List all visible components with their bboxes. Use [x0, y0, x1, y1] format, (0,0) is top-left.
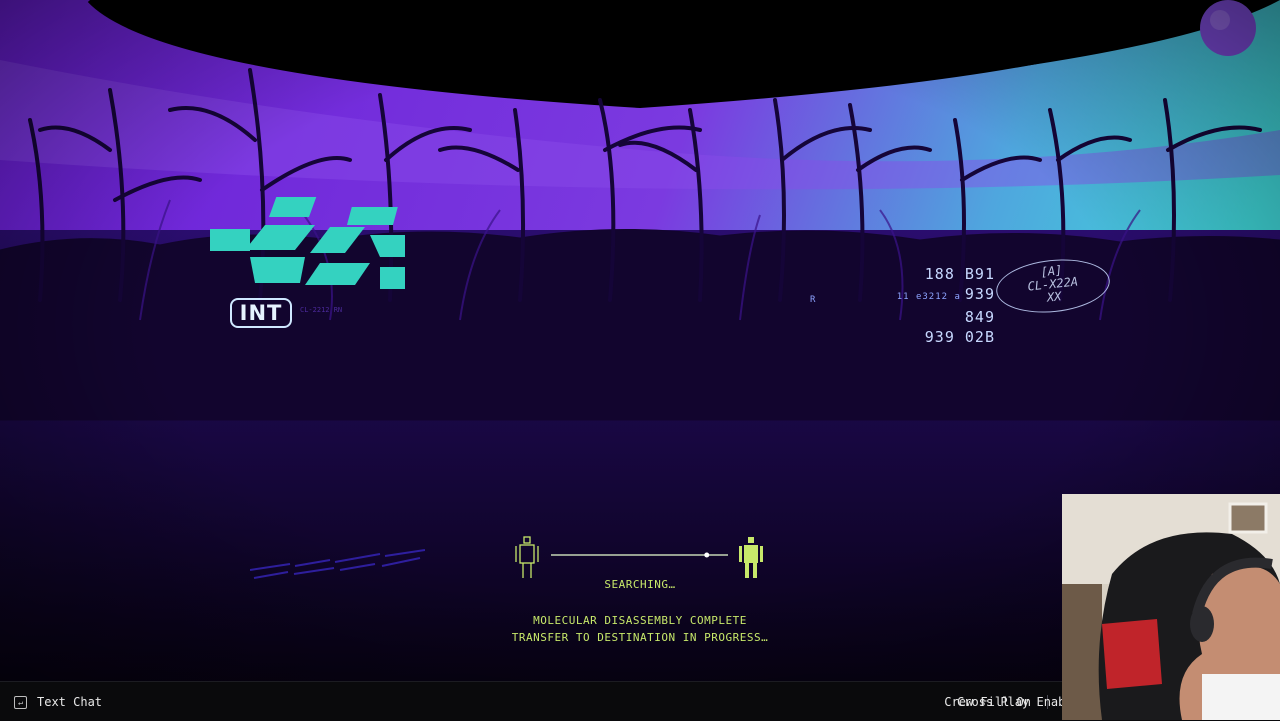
webcam-overlay: [1062, 494, 1280, 720]
message-line-1: MOLECULAR DISASSEMBLY COMPLETE: [490, 612, 790, 629]
hud-readout: R 188 B91 11 e3212 a939 849 939 02B: [860, 264, 995, 347]
game-logo: [205, 195, 410, 295]
readout-row-2-prefix: 11 e3212 a: [897, 292, 961, 302]
text-chat-button[interactable]: ↵ Text Chat: [14, 692, 102, 712]
keyboard-icon: ↵: [14, 696, 27, 709]
progress-marker: [704, 553, 709, 558]
readout-row-2-line: 11 e3212 a 939 849: [860, 284, 995, 327]
readout-marker: R: [810, 290, 816, 310]
int-badge: INT: [230, 298, 292, 328]
readout-row-1: 188 B91: [860, 264, 995, 284]
readout-row-2: 939 849: [965, 285, 995, 326]
decorative-glyph-text: [250, 548, 425, 582]
text-chat-label: Text Chat: [37, 695, 102, 709]
cross-play-status[interactable]: Cross Play Enabled: [957, 692, 1063, 712]
transfer-message: MOLECULAR DISASSEMBLY COMPLETE TRANSFER …: [490, 612, 790, 646]
outline-figure-icon: [516, 537, 538, 578]
wall-picture: [1230, 504, 1266, 532]
solid-figure-icon: [739, 537, 763, 578]
int-code-label: CL-2212 RN: [300, 306, 360, 324]
message-line-2: TRANSFER TO DESTINATION IN PROGRESS…: [490, 629, 790, 646]
cross-play-label: Cross Play Enabled: [957, 695, 1063, 709]
readout-row-3: 939 02B: [860, 327, 995, 347]
search-status: SEARCHING…: [540, 578, 740, 591]
